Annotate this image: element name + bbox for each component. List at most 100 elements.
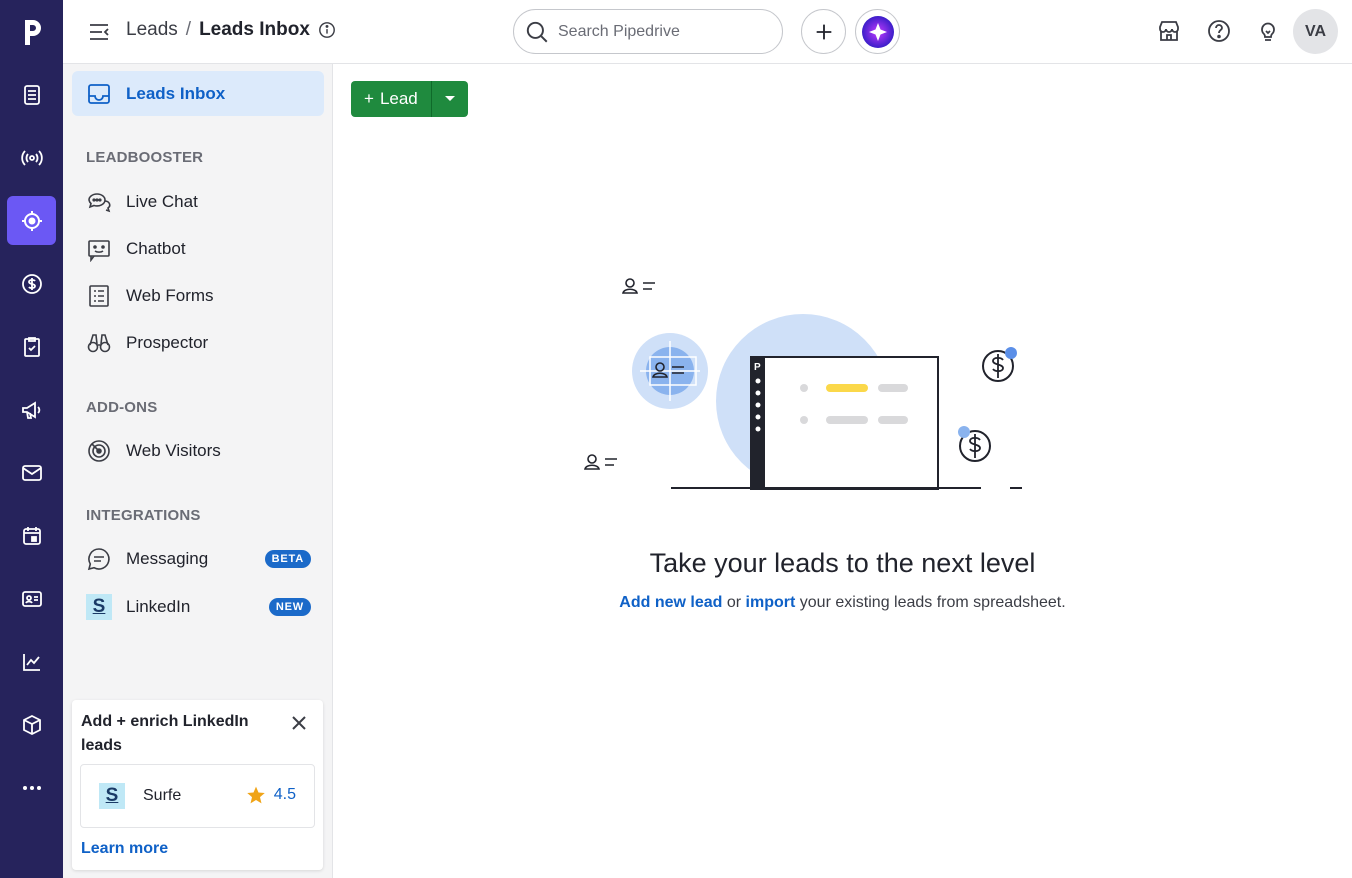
sidebar-item-chatbot[interactable]: Chatbot <box>72 226 324 271</box>
message-icon <box>87 547 110 570</box>
sidebar-item-web-visitors[interactable]: Web Visitors <box>72 428 324 473</box>
empty-state-subtitle: Add new lead or import your existing lea… <box>333 594 1352 612</box>
main-nav-rail <box>0 0 63 878</box>
ai-sparkle-icon <box>861 15 894 48</box>
quick-add-button[interactable] <box>801 9 846 54</box>
promo-app-card[interactable]: S Surfe 4.5 <box>80 764 315 828</box>
add-lead-dropdown-button[interactable] <box>430 81 468 117</box>
sidebar-item-label: Web Visitors <box>126 440 221 460</box>
radar-icon <box>88 439 110 462</box>
chart-line-icon <box>22 653 40 671</box>
rail-products[interactable] <box>7 700 56 749</box>
sidebar-item-leads-inbox[interactable]: Leads Inbox <box>72 71 324 116</box>
add-lead-label: Lead <box>379 89 418 108</box>
lightbulb-icon[interactable] <box>1255 18 1281 44</box>
beta-badge: BETA <box>264 549 311 568</box>
section-heading-integrations: INTEGRATIONS <box>86 507 201 524</box>
chat-bubbles-icon <box>88 192 111 212</box>
rail-leads[interactable] <box>7 196 56 245</box>
binoculars-icon <box>87 333 111 352</box>
breadcrumb-leads[interactable]: Leads <box>126 19 178 41</box>
add-lead-button[interactable]: + Lead <box>351 81 431 117</box>
rail-contacts[interactable] <box>7 574 56 623</box>
sidebar-item-label: LinkedIn <box>126 596 191 616</box>
app-rating: 4.5 <box>246 785 296 805</box>
deals-icon <box>23 84 40 105</box>
surfe-logo-icon: S <box>86 593 112 620</box>
form-icon <box>89 284 109 307</box>
sidebar-item-label: Prospector <box>126 332 209 352</box>
star-icon <box>247 786 265 804</box>
pipedrive-logo[interactable] <box>0 0 63 63</box>
svg-text:P: P <box>754 362 761 373</box>
dollar-icon <box>21 273 42 294</box>
sidebar-item-label: Chatbot <box>126 238 186 258</box>
page-title: Leads Inbox <box>199 19 310 40</box>
promo-title: Add + enrich LinkedIn leads <box>81 713 249 754</box>
import-link[interactable]: import <box>746 594 796 611</box>
marketplace-icon[interactable] <box>1156 18 1182 44</box>
sidebar-item-linkedin[interactable]: S LinkedIn NEW <box>72 584 324 629</box>
megaphone-icon <box>21 400 40 419</box>
search-icon <box>526 21 548 42</box>
ai-assistant-button[interactable] <box>855 9 900 54</box>
rail-activities[interactable] <box>7 322 56 371</box>
rail-deals[interactable] <box>7 70 56 119</box>
rail-deals-money[interactable] <box>7 259 56 308</box>
rail-campaigns[interactable] <box>7 385 56 434</box>
promo-app-name: Surfe <box>143 787 182 804</box>
search-bar[interactable] <box>513 9 783 54</box>
search-input[interactable] <box>558 22 758 41</box>
sidebar-item-web-forms[interactable]: Web Forms <box>72 273 324 318</box>
empty-state-illustration: P <box>584 278 1022 490</box>
target-icon <box>21 210 42 231</box>
pipedrive-logo-icon <box>24 19 41 45</box>
illustration-person-left <box>584 454 617 470</box>
contact-card-icon <box>21 590 42 607</box>
add-lead-button-group: + Lead <box>351 81 468 117</box>
promo-card: Add + enrich LinkedIn leads S Surfe 4.5 … <box>72 700 323 870</box>
close-icon[interactable] <box>288 712 310 734</box>
mail-icon <box>21 464 42 481</box>
more-icon <box>22 785 41 790</box>
sidebar-item-label: Leads Inbox <box>126 83 226 103</box>
top-bar: Leads / Leads Inbox VA <box>63 0 1352 64</box>
breadcrumb: Leads / Leads Inbox <box>126 19 336 41</box>
info-icon[interactable] <box>318 21 336 39</box>
user-avatar[interactable]: VA <box>1293 9 1338 54</box>
surfe-logo-icon: S <box>99 783 125 809</box>
chatbot-icon <box>88 239 110 262</box>
broadcast-icon <box>20 149 43 166</box>
rail-more[interactable] <box>7 763 56 812</box>
plus-icon <box>816 24 831 39</box>
empty-state-or: or <box>722 594 746 611</box>
sidebar-item-prospector[interactable]: Prospector <box>72 320 324 365</box>
leads-sidebar: Leads Inbox LEADBOOSTER Live Chat Chatbo… <box>63 64 333 878</box>
calendar-icon <box>22 526 41 545</box>
rail-mail[interactable] <box>7 448 56 497</box>
illustration-laptop-bar <box>751 357 765 489</box>
rail-broadcast[interactable] <box>7 133 56 182</box>
sidebar-item-live-chat[interactable]: Live Chat <box>72 179 324 224</box>
rating-value: 4.5 <box>273 786 296 803</box>
learn-more-link[interactable]: Learn more <box>81 840 168 858</box>
rail-calendar[interactable] <box>7 511 56 560</box>
illustration-person-top <box>622 278 655 294</box>
illustration-coin-bottom <box>958 426 991 462</box>
add-new-lead-link[interactable]: Add new lead <box>619 594 722 611</box>
clipboard-check-icon <box>23 336 40 357</box>
collapse-menu-icon[interactable] <box>87 20 111 44</box>
section-heading-add-ons: ADD-ONS <box>86 399 158 416</box>
empty-state-rest: your existing leads from spreadsheet. <box>795 594 1066 611</box>
inbox-icon <box>88 83 110 104</box>
illustration-coin-top <box>982 347 1017 382</box>
sidebar-item-label: Web Forms <box>126 285 214 305</box>
box-icon <box>22 714 41 735</box>
sidebar-item-label: Live Chat <box>126 191 198 211</box>
plus-icon: + <box>364 89 374 108</box>
section-heading-leadbooster: LEADBOOSTER <box>86 149 204 166</box>
sidebar-item-messaging[interactable]: Messaging BETA <box>72 536 324 581</box>
rail-insights[interactable] <box>7 637 56 686</box>
help-icon[interactable] <box>1206 18 1232 44</box>
main-content: + Lead P Take your leads to the next lev… <box>333 64 1352 878</box>
